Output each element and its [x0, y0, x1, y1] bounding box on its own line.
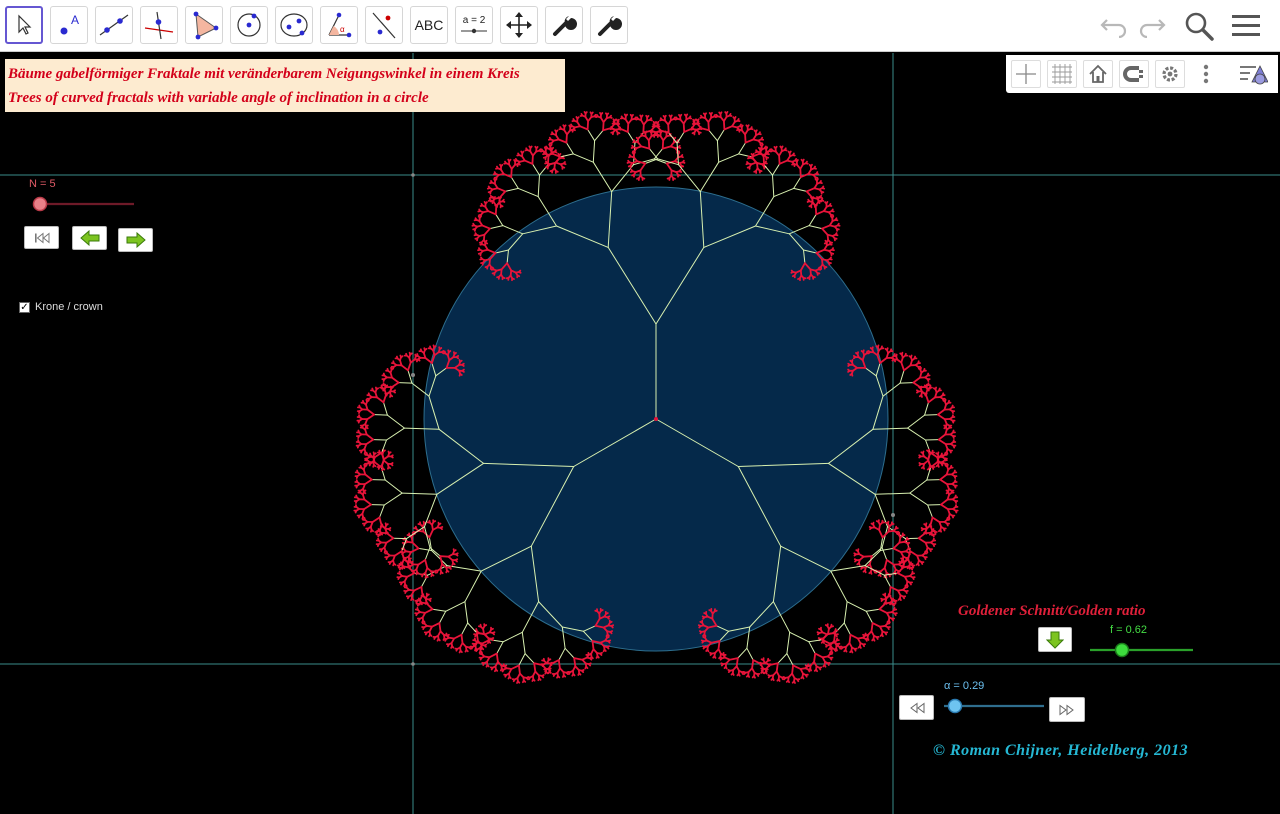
line-tool[interactable]: [95, 6, 133, 44]
slider-alpha-label: α = 0.29: [944, 680, 985, 692]
graphics-view[interactable]: [0, 53, 1280, 814]
text-icon: ABC: [414, 17, 444, 33]
center-point[interactable]: [654, 417, 658, 421]
increase-alpha-button[interactable]: [1049, 697, 1085, 722]
gear-icon: [1162, 66, 1178, 82]
style-bar-toggle[interactable]: [1238, 60, 1268, 88]
title-german: Bäume gabelförmiger Fraktale mit verände…: [8, 66, 520, 82]
green-arrow-down-icon: [1046, 631, 1064, 649]
undo-button[interactable]: [1096, 8, 1132, 44]
toolbar: A α ABC a = 2: [0, 0, 1280, 52]
conic-tool[interactable]: [275, 6, 313, 44]
redo-button[interactable]: [1134, 8, 1170, 44]
title-textbox: Bäume gabelförmiger Fraktale mit verände…: [5, 59, 565, 112]
grid-toggle[interactable]: [1047, 60, 1077, 88]
menu-icon: [1232, 15, 1260, 36]
construction-canvas[interactable]: [0, 53, 1280, 814]
axes-toggle[interactable]: [1011, 60, 1041, 88]
slider-f-label: f = 0.62: [1110, 624, 1148, 636]
text-tool[interactable]: ABC: [410, 6, 448, 44]
slider-icon: a = 2: [460, 15, 488, 35]
point-tool[interactable]: A: [50, 6, 88, 44]
golden-ratio-label: Goldener Schnitt/Golden ratio: [958, 603, 1146, 619]
search-icon: [1185, 12, 1214, 41]
slider-alpha-handle[interactable]: [947, 698, 963, 714]
polygon-icon: [193, 11, 219, 40]
control-point[interactable]: [891, 513, 895, 517]
control-point[interactable]: [411, 373, 415, 377]
point-capturing-toggle[interactable]: [1119, 60, 1149, 88]
circle-center-point-icon: [237, 13, 261, 37]
grid-icon: [1052, 64, 1072, 84]
graphics-style-bar: [1006, 55, 1278, 93]
control-point[interactable]: [411, 173, 415, 177]
slider-n-label: N = 5: [29, 178, 56, 190]
step-back-button[interactable]: [72, 226, 107, 250]
angle-icon: α: [328, 12, 352, 38]
crown-checkbox[interactable]: ✓ Krone / crown: [19, 301, 103, 313]
circle-tool[interactable]: [230, 6, 268, 44]
first-step-icon: [34, 231, 49, 244]
search-button[interactable]: [1181, 8, 1217, 44]
title-english: Trees of curved fractals with variable a…: [8, 90, 429, 106]
settings-button[interactable]: [1155, 60, 1185, 88]
more-vertical-icon: [1203, 64, 1209, 84]
standard-view-button[interactable]: [1083, 60, 1113, 88]
slider-alpha[interactable]: [942, 696, 1048, 716]
wrench-icon: [553, 16, 577, 36]
slider-n-handle[interactable]: [32, 196, 48, 212]
cursor-arrow-icon: [18, 14, 32, 35]
move-tool[interactable]: [5, 6, 43, 44]
ellipse-icon: [280, 13, 308, 37]
slider-n[interactable]: [28, 194, 140, 214]
undo-icon: [1100, 19, 1127, 38]
perpendicular-line-icon: [144, 11, 174, 40]
wrench-icon: [598, 16, 622, 36]
double-left-arrow-icon: [909, 702, 924, 713]
more-options-button[interactable]: [1191, 60, 1221, 88]
svg-text:A: A: [71, 13, 79, 27]
control-point[interactable]: [411, 662, 415, 666]
reflect-about-line-icon: [372, 12, 396, 39]
perpendicular-tool[interactable]: [140, 6, 178, 44]
slider-tool[interactable]: a = 2: [455, 6, 493, 44]
decrease-alpha-button[interactable]: [899, 695, 934, 720]
double-right-arrow-icon: [1059, 704, 1074, 715]
green-arrow-left-icon: [79, 230, 99, 246]
rewind-button[interactable]: [24, 226, 59, 249]
move-graphics-view-icon: [506, 12, 532, 38]
main-menu-button[interactable]: [1228, 8, 1264, 44]
move-view-tool[interactable]: [500, 6, 538, 44]
slider-f-handle[interactable]: [1114, 642, 1130, 658]
custom-tool-2[interactable]: [590, 6, 628, 44]
point-icon: A: [60, 13, 79, 35]
axes-icon: [1016, 64, 1036, 84]
green-arrow-right-icon: [126, 232, 146, 248]
line-through-points-icon: [99, 14, 129, 36]
redo-icon: [1139, 19, 1166, 38]
crown-checkbox-box[interactable]: ✓: [19, 301, 30, 313]
crown-checkbox-label: Krone / crown: [35, 301, 103, 313]
custom-tool-1[interactable]: [545, 6, 583, 44]
slider-f[interactable]: [1088, 640, 1196, 660]
reflect-tool[interactable]: [365, 6, 403, 44]
point-capturing-icon: [1123, 66, 1143, 82]
polygon-tool[interactable]: [185, 6, 223, 44]
svg-text:α: α: [340, 25, 345, 34]
angle-tool[interactable]: α: [320, 6, 358, 44]
style-bar-toggle-icon: [1240, 65, 1268, 85]
step-forward-button[interactable]: [118, 228, 153, 252]
copyright-text: © Roman Chijner, Heidelberg, 2013: [933, 742, 1189, 759]
home-icon: [1089, 64, 1107, 83]
golden-ratio-button[interactable]: [1038, 627, 1072, 652]
